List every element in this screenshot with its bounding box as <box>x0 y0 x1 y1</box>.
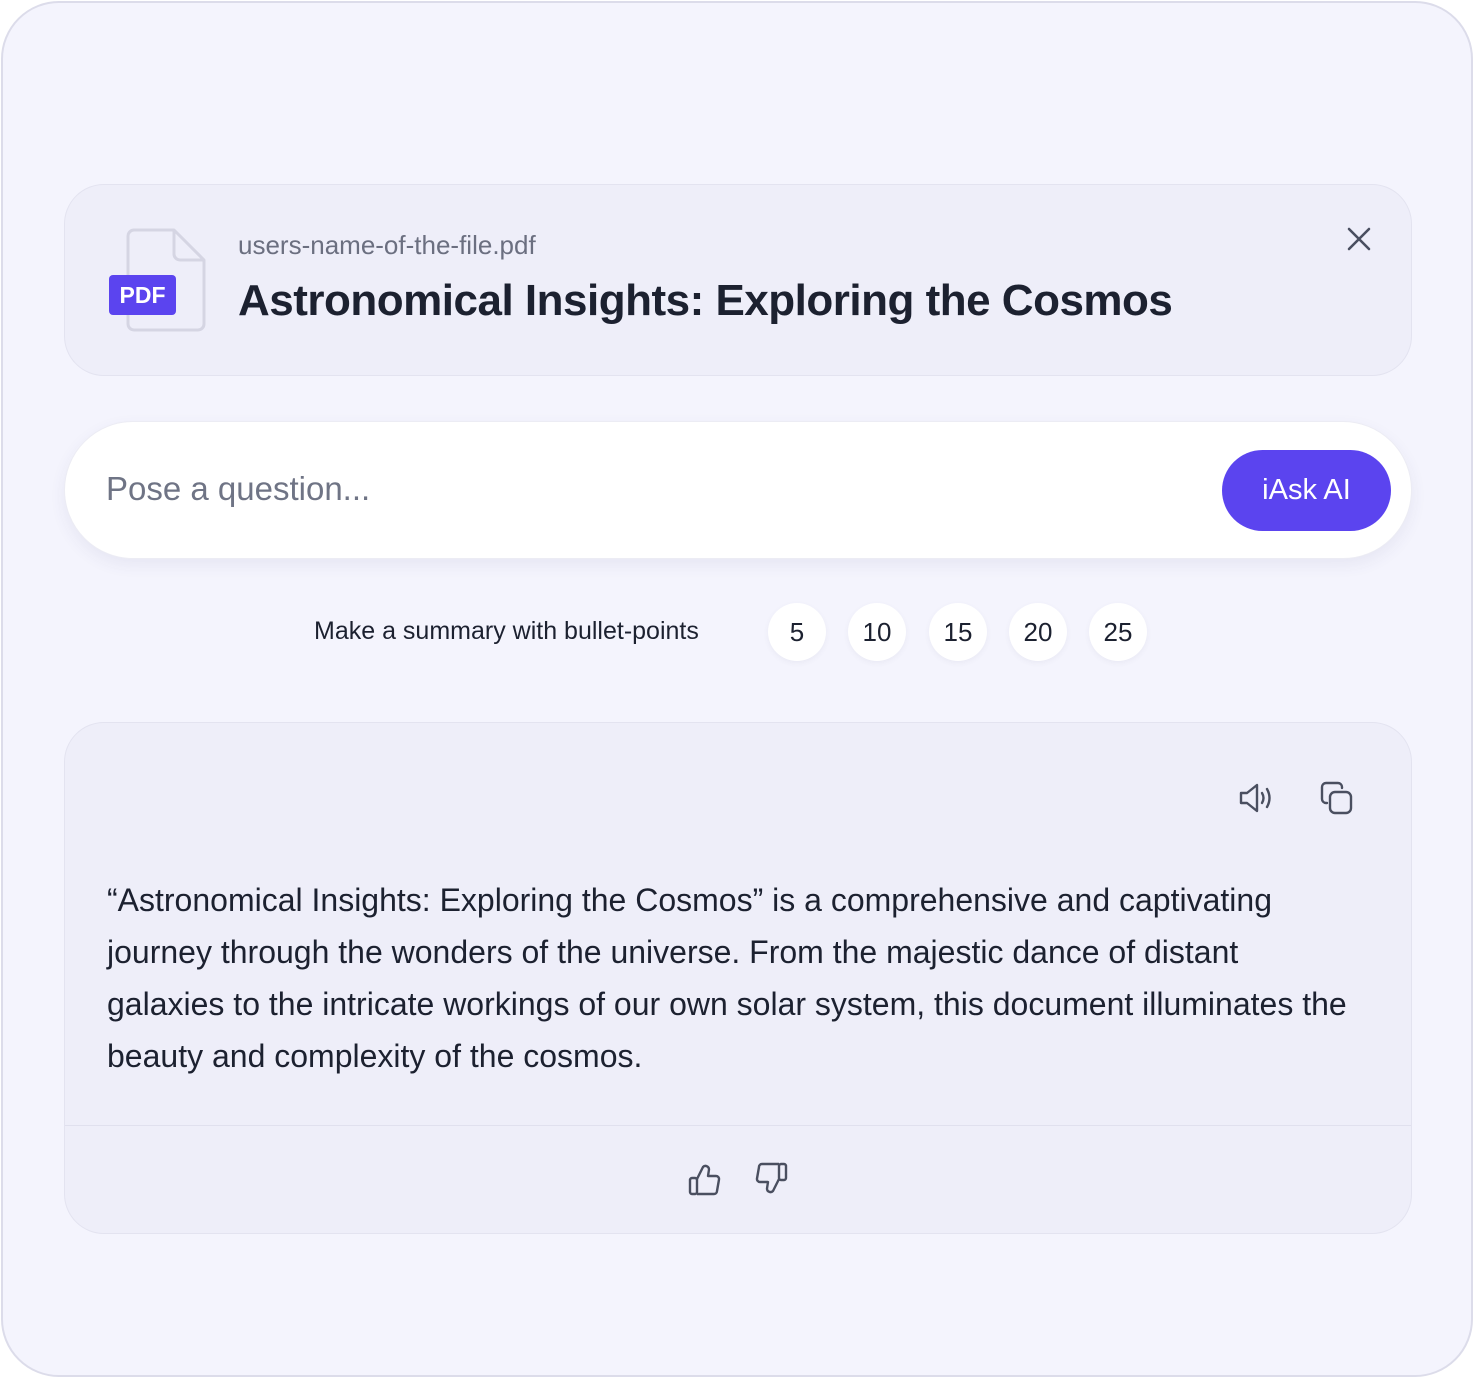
copy-button[interactable] <box>1314 776 1358 820</box>
copy-icon <box>1320 781 1353 815</box>
speaker-icon <box>1239 783 1271 813</box>
summary-option-20[interactable]: 20 <box>1009 603 1067 661</box>
answer-divider <box>65 1125 1411 1126</box>
summary-option-5[interactable]: 5 <box>768 603 826 661</box>
answer-text: “Astronomical Insights: Exploring the Co… <box>107 882 1347 1074</box>
pdf-file-icon: PDF <box>109 228 206 332</box>
document-title: Astronomical Insights: Exploring the Cos… <box>238 276 1173 325</box>
thumbs-down-icon <box>755 1162 788 1194</box>
ask-ai-button[interactable]: iAsk AI <box>1222 450 1391 531</box>
thumbs-up-icon <box>688 1164 721 1196</box>
question-input[interactable] <box>106 462 1196 516</box>
summary-option-25[interactable]: 25 <box>1089 603 1147 661</box>
summary-label: Make a summary with bullet-points <box>314 617 699 645</box>
file-name: users-name-of-the-file.pdf <box>238 230 536 260</box>
close-icon <box>1347 227 1371 251</box>
summary-option-10[interactable]: 10 <box>848 603 906 661</box>
pdf-badge: PDF <box>120 282 166 308</box>
summary-option-15[interactable]: 15 <box>929 603 987 661</box>
like-button[interactable] <box>683 1158 727 1202</box>
dislike-button[interactable] <box>749 1156 793 1200</box>
close-button[interactable] <box>1336 216 1382 262</box>
read-aloud-button[interactable] <box>1234 776 1278 820</box>
